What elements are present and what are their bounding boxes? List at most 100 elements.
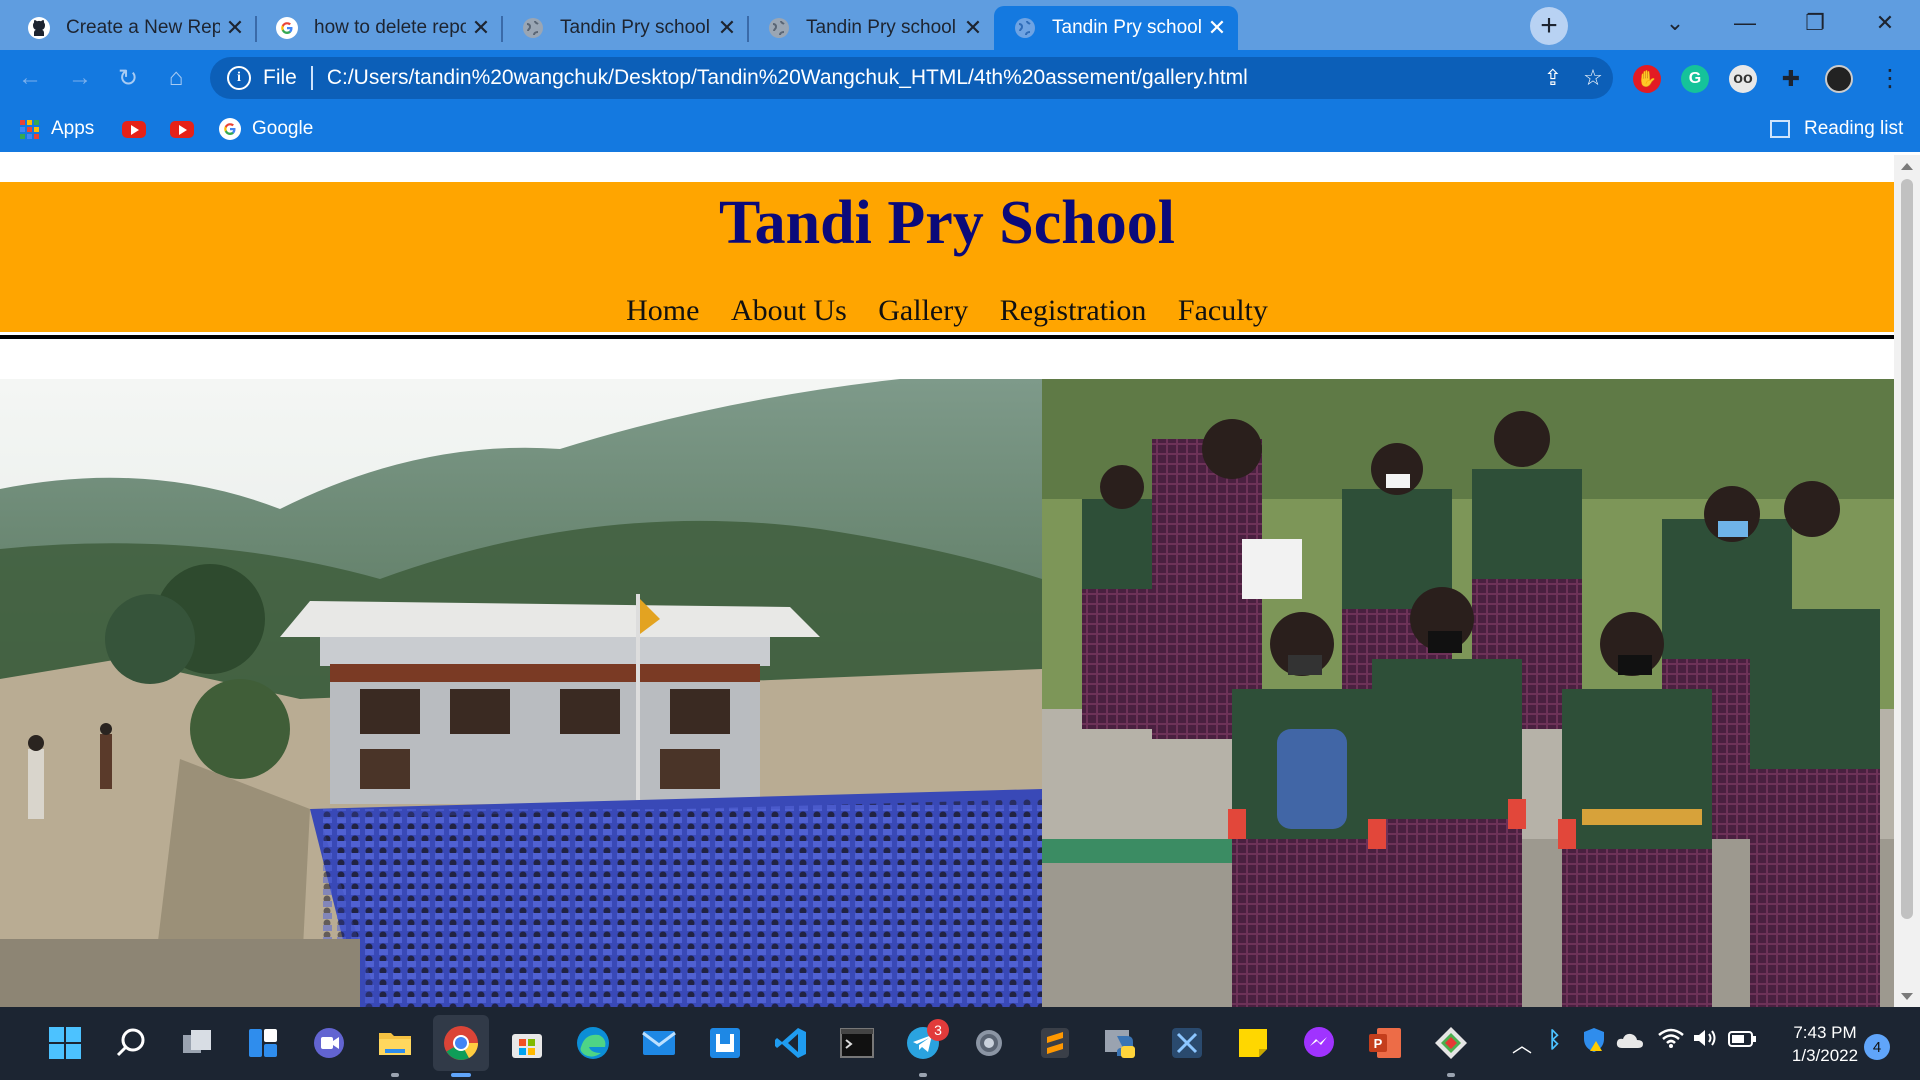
- start-windows-icon[interactable]: [46, 1024, 84, 1062]
- tab-tandin-pry-school-2[interactable]: Tandin Pry school ✕: [748, 6, 994, 50]
- sticky-notes-icon[interactable]: [1234, 1024, 1272, 1062]
- home-icon[interactable]: ⌂: [158, 60, 194, 96]
- browser-tab-strip: Create a New Repository ✕ how to delete …: [0, 0, 1920, 50]
- menu-icon[interactable]: ⋮: [1872, 60, 1908, 96]
- nav-gallery-link[interactable]: Gallery: [878, 294, 968, 327]
- close-icon[interactable]: ✕: [958, 13, 988, 43]
- github-icon: [26, 15, 52, 41]
- bluetooth-icon[interactable]: ᛒ: [1548, 1027, 1561, 1053]
- notification-count-badge[interactable]: 4: [1864, 1034, 1890, 1060]
- scroll-up-icon[interactable]: [1901, 163, 1913, 170]
- minimize-button[interactable]: —: [1710, 0, 1780, 46]
- close-icon[interactable]: ✕: [220, 13, 250, 43]
- nav-home-link[interactable]: Home: [626, 294, 699, 327]
- terminal-icon[interactable]: [838, 1024, 876, 1062]
- svg-text:P: P: [1374, 1036, 1383, 1051]
- bookmark-star-icon[interactable]: ☆: [1573, 65, 1613, 91]
- wifi-icon[interactable]: [1658, 1027, 1684, 1054]
- nav-registration-link[interactable]: Registration: [1000, 294, 1147, 327]
- reading-list-icon: [1770, 120, 1790, 138]
- address-bar[interactable]: i File C:/Users/tandin%20wangchuk/Deskto…: [210, 57, 1613, 99]
- new-tab-button[interactable]: +: [1530, 7, 1568, 45]
- address-divider: [310, 66, 313, 90]
- scroll-down-icon[interactable]: [1901, 993, 1913, 1000]
- close-icon[interactable]: ✕: [466, 13, 496, 43]
- settings-gear-icon[interactable]: [970, 1024, 1008, 1062]
- globe-icon: [1012, 15, 1038, 41]
- site-info-icon[interactable]: i: [227, 66, 251, 90]
- vscode-icon[interactable]: [772, 1024, 810, 1062]
- page-scrollbar[interactable]: [1894, 155, 1920, 1007]
- profile-avatar[interactable]: [1825, 65, 1853, 93]
- reading-list-label: Reading list: [1804, 118, 1904, 139]
- teams-chat-icon[interactable]: [310, 1024, 348, 1062]
- reading-list[interactable]: Reading list: [1770, 114, 1903, 144]
- scrollbar-thumb[interactable]: [1901, 179, 1913, 919]
- close-icon[interactable]: ✕: [712, 13, 742, 43]
- adblock-extension-icon[interactable]: ✋: [1633, 65, 1661, 93]
- file-explorer-icon[interactable]: [376, 1024, 414, 1062]
- messenger-icon[interactable]: [1300, 1024, 1338, 1062]
- windows-taskbar: 3 P ︿ ᛒ 7:43 PM 1/3/2022: [0, 1007, 1920, 1080]
- security-shield-icon[interactable]: [1582, 1027, 1606, 1058]
- grammarly-extension-icon[interactable]: G: [1681, 65, 1709, 93]
- tab-tandin-pry-school-1[interactable]: Tandin Pry school ✕: [502, 6, 749, 50]
- reload-icon[interactable]: ↻: [110, 60, 146, 96]
- bookmark-google[interactable]: Google: [218, 114, 313, 144]
- page-viewport: Tandi Pry School Home About Us Gallery R…: [0, 155, 1894, 1007]
- git-gui-icon[interactable]: [1432, 1024, 1470, 1062]
- share-icon[interactable]: ⇪: [1533, 65, 1573, 91]
- search-icon[interactable]: [112, 1024, 150, 1062]
- bookmark-youtube-2[interactable]: [170, 114, 194, 144]
- battery-icon[interactable]: [1728, 1031, 1756, 1052]
- header-divider: [0, 335, 1894, 339]
- powerpoint-icon[interactable]: P: [1366, 1024, 1404, 1062]
- forward-icon[interactable]: →: [62, 60, 98, 96]
- close-icon[interactable]: ✕: [1202, 13, 1232, 43]
- tab-title: Tandin Pry school: [560, 17, 710, 38]
- sublime-text-icon[interactable]: [1036, 1024, 1074, 1062]
- site-header: Tandi Pry School Home About Us Gallery R…: [0, 182, 1894, 332]
- nav-about-us-link[interactable]: About Us: [731, 294, 847, 327]
- widgets-icon[interactable]: [244, 1024, 282, 1062]
- onedrive-cloud-icon[interactable]: [1616, 1031, 1644, 1054]
- back-icon[interactable]: ←: [12, 60, 48, 96]
- ms-project-icon[interactable]: [706, 1024, 744, 1062]
- students-in-uniform-photo: [1042, 379, 1894, 1007]
- restore-button[interactable]: ❐: [1780, 0, 1850, 46]
- bookmark-youtube-1[interactable]: [122, 114, 146, 144]
- chrome-icon[interactable]: [433, 1015, 489, 1071]
- google-icon: [218, 117, 242, 141]
- tab-tandin-pry-school-active[interactable]: Tandin Pry school ✕: [994, 6, 1238, 50]
- nav-faculty-link[interactable]: Faculty: [1178, 294, 1268, 327]
- google-icon: [274, 15, 300, 41]
- site-nav: Home About Us Gallery Registration Facul…: [0, 294, 1894, 328]
- globe-icon: [520, 15, 546, 41]
- window-controls: ⌄ — ❐ ✕: [1640, 0, 1920, 46]
- microsoft-store-icon[interactable]: [508, 1024, 546, 1062]
- school-building-assembly-photo: [0, 379, 1042, 1007]
- tab-create-repository[interactable]: Create a New Repository ✕: [8, 6, 257, 50]
- address-url[interactable]: C:/Users/tandin%20wangchuk/Desktop/Tandi…: [327, 66, 1533, 90]
- running-indicator: [391, 1073, 399, 1077]
- youtube-icon: [122, 120, 146, 138]
- bookmark-apps[interactable]: Apps: [20, 114, 94, 144]
- show-hidden-icons-chevron[interactable]: ︿: [1512, 1029, 1532, 1058]
- tab-delete-repository[interactable]: how to delete repository i ✕: [256, 6, 503, 50]
- close-window-button[interactable]: ✕: [1850, 0, 1920, 46]
- tab-title: Tandin Pry school: [1052, 17, 1202, 38]
- tab-search-icon[interactable]: ⌄: [1640, 0, 1710, 46]
- youtube-icon: [170, 120, 194, 138]
- site-title: Tandi Pry School: [719, 189, 1175, 257]
- tab-title: how to delete repository i: [314, 17, 466, 38]
- mail-icon[interactable]: [640, 1024, 678, 1062]
- extensions-puzzle-icon[interactable]: ✚: [1777, 65, 1805, 93]
- edge-icon[interactable]: [574, 1024, 612, 1062]
- active-indicator: [451, 1073, 471, 1077]
- telegram-badge: 3: [927, 1019, 949, 1041]
- glasses-extension-icon[interactable]: oo: [1729, 65, 1757, 93]
- snipping-tool-icon[interactable]: [1168, 1024, 1206, 1062]
- volume-icon[interactable]: [1692, 1027, 1718, 1054]
- python-icon[interactable]: [1102, 1024, 1140, 1062]
- task-view-icon[interactable]: [178, 1024, 216, 1062]
